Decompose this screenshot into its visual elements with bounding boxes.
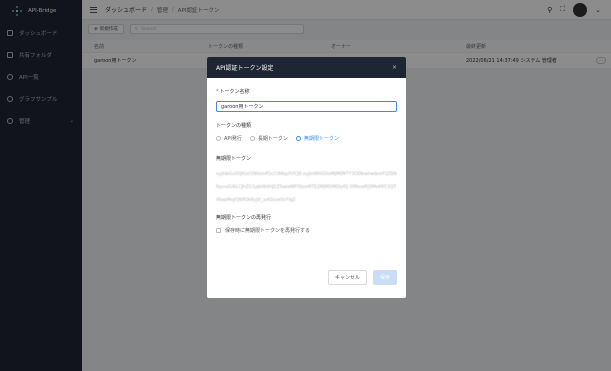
radio-label: API発行 xyxy=(224,136,242,142)
dialog-footer: キャンセル 保存 xyxy=(207,270,406,298)
radio-label: 長期トークン xyxy=(257,136,288,142)
radio-selected-icon xyxy=(295,136,301,141)
dialog-title: API認証トークン設定 xyxy=(216,65,274,72)
token-value: eyJhbGciOiJIUzI1NiIsInR5cCI6IkpXVCJ9.eyJ… xyxy=(216,172,397,203)
token-type-label: トークンの種類 xyxy=(216,123,252,129)
radio-unlimited[interactable]: 無期限トークン xyxy=(295,135,339,142)
reissue-checkbox[interactable]: 保存時に無期限トークンを再発行する xyxy=(216,227,397,234)
radio-circle-icon xyxy=(216,136,221,141)
required-mark: * xyxy=(216,89,219,95)
token-name-value: garoon用トークン xyxy=(221,104,264,110)
reissue-label: 無期限トークンの再発行 xyxy=(216,215,272,221)
token-settings-dialog: API認証トークン設定 × *トークン名称 garoon用トークン トークンの種… xyxy=(207,57,406,298)
token-type-radio-group: API発行 長期トークン 無期限トークン xyxy=(216,135,397,142)
save-button[interactable]: 保存 xyxy=(372,270,397,285)
dialog-body: *トークン名称 garoon用トークン トークンの種類 API発行 長期トークン… xyxy=(207,78,406,234)
radio-label: 無期限トークン xyxy=(303,136,339,142)
radio-api-issue[interactable]: API発行 xyxy=(216,135,242,142)
radio-circle-icon xyxy=(249,136,255,141)
checkbox-label: 保存時に無期限トークンを再発行する xyxy=(225,228,311,234)
unlimited-token-label: 無期限トークン xyxy=(216,156,252,162)
token-name-label: *トークン名称 xyxy=(216,88,397,95)
close-icon[interactable]: × xyxy=(392,64,397,71)
radio-long-term[interactable]: 長期トークン xyxy=(249,135,288,142)
token-name-input[interactable]: garoon用トークン xyxy=(216,101,397,112)
token-name-label-text: トークン名称 xyxy=(219,89,250,95)
checkbox-icon xyxy=(216,228,221,233)
dialog-header: API認証トークン設定 × xyxy=(207,57,406,78)
cancel-button[interactable]: キャンセル xyxy=(327,270,367,285)
